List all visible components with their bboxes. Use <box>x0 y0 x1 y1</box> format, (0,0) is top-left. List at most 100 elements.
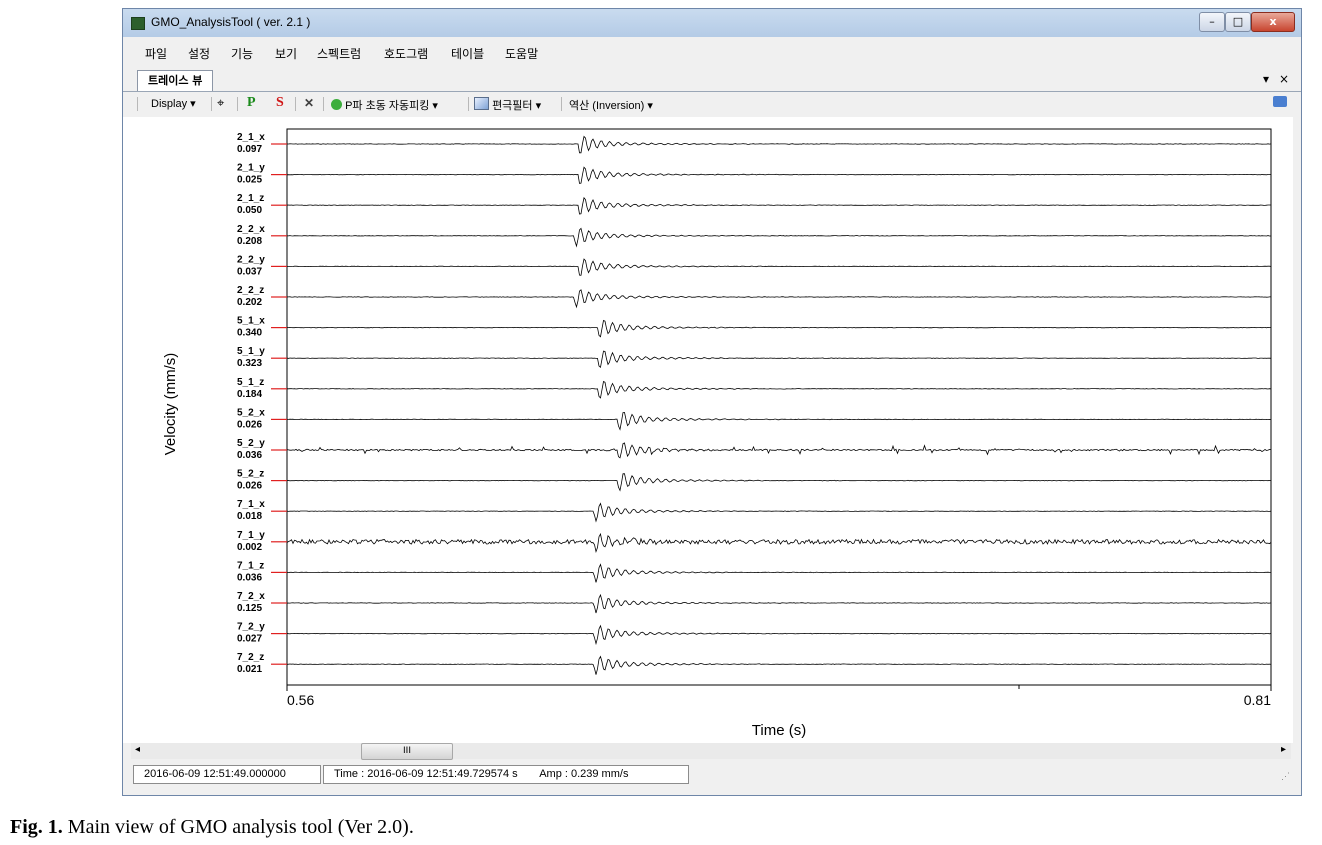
trace-name: 2_1_z <box>237 193 264 204</box>
menu-bar: 파일 설정 기능 보기 스펙트럼 호도그램 테이블 도움말 <box>123 41 1301 63</box>
trace-waveform <box>287 380 1272 399</box>
delete-pick-button[interactable]: ✕ <box>304 96 314 110</box>
trace-name: 7_2_y <box>237 622 265 633</box>
check-icon <box>331 99 342 110</box>
trace-waveform <box>286 166 1272 184</box>
menu-hodogram[interactable]: 호도그램 <box>384 45 428 62</box>
trace-waveform <box>286 655 1272 675</box>
trace-name: 5_1_y <box>237 346 265 357</box>
trace-waveform <box>286 502 1272 523</box>
window-title: GMO_AnalysisTool ( ver. 2.1 ) <box>151 15 311 29</box>
menu-file[interactable]: 파일 <box>145 45 167 62</box>
trace-group: 2_1_x0.097 2_1_y0.025 2_1_z0.050 2_2_x0.208… <box>237 128 1272 686</box>
trace-name: 5_2_x <box>237 407 265 418</box>
figure-caption: Fig. 1. Main view of GMO analysis tool (… <box>10 816 414 839</box>
scroll-right-icon[interactable]: ▸ <box>1281 744 1286 755</box>
menu-spectrum[interactable]: 스펙트럼 <box>317 45 361 62</box>
s-pick-button[interactable]: S <box>276 95 284 111</box>
maximize-button[interactable]: □ <box>1225 12 1251 32</box>
trace-waveform <box>286 411 1272 431</box>
trace-waveform <box>286 196 1271 215</box>
status-amplitude: Amp : 0.239 mm/s <box>539 768 629 780</box>
status-bar: 2016-06-09 12:51:49.000000 Time : 2016-0… <box>123 763 1301 787</box>
trace-name: 7_1_x <box>237 499 265 510</box>
toolbar-separator <box>211 97 212 111</box>
toolbar: Display ▾ ⌖ P S ✕ P파 초동 자동피킹 ▾ 편극필터 ▾ 역산… <box>123 93 1301 115</box>
trace-amplitude: 0.037 <box>237 266 262 277</box>
app-icon <box>131 17 145 30</box>
toolbar-separator <box>561 97 562 111</box>
trace-name: 2_1_x <box>237 132 265 143</box>
trace-plot-area[interactable]: Velocity (mm/s) Time (s) 2_1_x 0.097 2_1_y… <box>123 117 1293 743</box>
trace-amplitude: 0.208 <box>237 236 262 247</box>
horizontal-scrollbar[interactable]: ◂ III ▸ <box>131 743 1291 760</box>
trace-amplitude: 0.021 <box>237 664 262 675</box>
p-pick-button[interactable]: P <box>247 95 256 111</box>
resize-grip-icon[interactable]: ⋰ <box>1281 771 1290 782</box>
trace-waveform <box>286 593 1272 614</box>
trace-waveform <box>287 258 1272 276</box>
inversion-dropdown[interactable]: 역산 (Inversion) ▾ <box>569 97 653 113</box>
trace-amplitude: 0.050 <box>237 205 262 216</box>
trace-name: 2_2_z <box>237 285 264 296</box>
tab-trace-view[interactable]: 트레이스 뷰 <box>137 70 214 91</box>
menu-help[interactable]: 도움말 <box>505 45 538 62</box>
x-axis: 0.56 0.81 <box>286 685 1272 708</box>
trace-name: 2_1_y <box>237 163 265 174</box>
trace-name: 5_2_y <box>237 438 265 449</box>
trace-name: 2_2_y <box>237 254 265 265</box>
y-axis-label: Velocity (mm/s) <box>162 353 179 456</box>
trace-amplitude: 0.125 <box>237 603 262 614</box>
status-cursor-time: Time : 2016-06-09 12:51:49.729574 s <box>334 768 518 780</box>
trace-amplitude: 0.025 <box>237 175 262 186</box>
menu-settings[interactable]: 설정 <box>188 45 210 62</box>
tab-close-icon[interactable]: × <box>1279 72 1289 86</box>
trace-amplitude: 0.340 <box>237 328 262 339</box>
close-button[interactable]: x <box>1251 12 1295 32</box>
auto-pick-dropdown[interactable]: P파 초동 자동피킹 ▾ <box>331 97 438 113</box>
filter-icon <box>474 97 489 110</box>
trace-waveform <box>286 227 1271 248</box>
trace-amplitude: 0.097 <box>237 144 262 155</box>
trace-waveform <box>286 563 1271 583</box>
toolbar-separator <box>295 97 296 111</box>
scroll-left-icon[interactable]: ◂ <box>135 744 140 755</box>
filter-label: 편극필터 <box>492 100 533 112</box>
toolbar-separator <box>323 97 324 111</box>
trace-name: 5_1_z <box>237 377 264 388</box>
tab-dropdown-icon[interactable]: ▾ <box>1263 72 1269 86</box>
trace-amplitude: 0.036 <box>237 450 262 461</box>
trace-amplitude: 0.184 <box>237 389 262 400</box>
trace-waveform <box>286 442 1272 459</box>
trace-name: 2_2_x <box>237 224 265 235</box>
trace-waveform <box>287 135 1272 154</box>
trace-plot[interactable]: Velocity (mm/s) Time (s) 2_1_x0.097 2_1_y… <box>123 117 1293 743</box>
trace-waveform <box>286 532 1272 554</box>
x-tick-label: 0.56 <box>287 692 314 708</box>
polarization-filter-dropdown[interactable]: 편극필터 ▾ <box>474 97 541 113</box>
trace-name: 7_2_x <box>237 591 265 602</box>
display-dropdown[interactable]: Display ▾ <box>151 97 196 110</box>
figure-caption-text: Main view of GMO analysis tool (Ver 2.0)… <box>62 816 414 838</box>
trace-amplitude: 0.026 <box>237 481 262 492</box>
minimize-button[interactable]: – <box>1199 12 1225 32</box>
menu-view[interactable]: 보기 <box>275 45 297 62</box>
trace-waveform <box>286 319 1271 338</box>
trace-waveform <box>286 624 1272 646</box>
trace-amplitude: 0.002 <box>237 542 262 553</box>
trace-name: 7_1_z <box>237 560 264 571</box>
crosshair-icon[interactable]: ⌖ <box>217 95 224 111</box>
scroll-thumb[interactable]: III <box>361 743 453 760</box>
title-bar[interactable]: GMO_AnalysisTool ( ver. 2.1 ) – □ x <box>123 9 1301 37</box>
trace-amplitude: 0.026 <box>237 419 262 430</box>
print-icon[interactable] <box>1273 96 1287 110</box>
trace-name: 7_1_y <box>237 530 265 541</box>
status-cursor-info: Time : 2016-06-09 12:51:49.729574 s Amp … <box>323 765 689 784</box>
menu-table[interactable]: 테이블 <box>451 45 484 62</box>
menu-functions[interactable]: 기능 <box>231 45 253 62</box>
auto-pick-label: P파 초동 자동피킹 <box>345 100 430 112</box>
x-tick-label: 0.81 <box>1244 692 1271 708</box>
trace-amplitude: 0.323 <box>237 358 262 369</box>
toolbar-separator <box>237 97 238 111</box>
trace-amplitude: 0.036 <box>237 572 262 583</box>
